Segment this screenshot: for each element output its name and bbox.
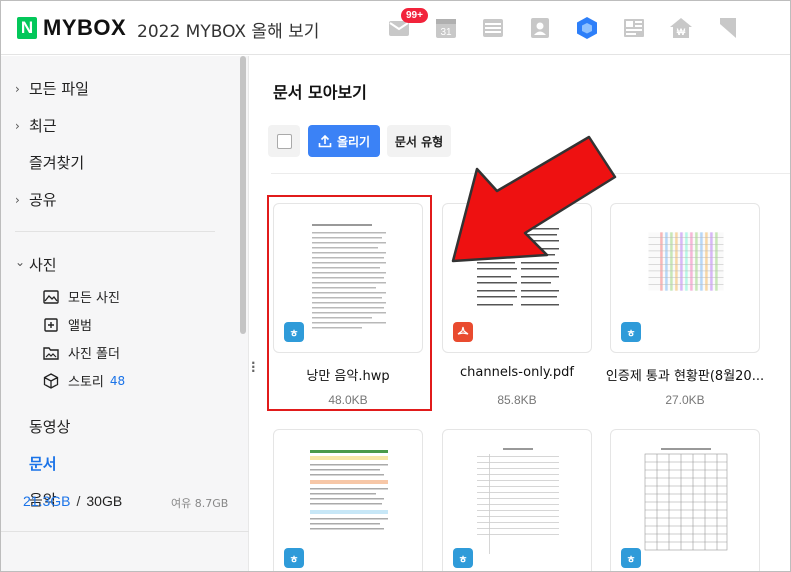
- contacts-icon[interactable]: [528, 16, 552, 40]
- sidebar-subitem-label: 앨범: [68, 319, 92, 334]
- photo-folder-icon: [43, 346, 59, 360]
- upload-label: 올리기: [336, 134, 371, 149]
- sidebar-subitem-label: 모든 사진: [68, 291, 120, 306]
- sidebar-item-videos[interactable]: 동영상: [29, 416, 70, 437]
- file-thumbnail[interactable]: ㅎ: [442, 429, 592, 571]
- chevron-right-icon[interactable]: ›: [15, 82, 20, 96]
- office-icon[interactable]: [622, 16, 646, 40]
- logo-text: MYBOX: [43, 15, 127, 40]
- chevron-right-icon[interactable]: ›: [15, 193, 20, 207]
- storage-used: 21.3GB: [23, 493, 71, 509]
- sidebar-scrollbar[interactable]: [240, 56, 246, 334]
- sidebar-item-photos[interactable]: 사진: [29, 254, 57, 275]
- hwp-file-icon: ㅎ: [621, 322, 641, 342]
- resize-handle-icon[interactable]: · · ·: [251, 357, 256, 377]
- calendar-day: 31: [440, 27, 452, 38]
- sidebar-item-shared[interactable]: 공유: [29, 189, 57, 210]
- sidebar-subitem-photo-folder[interactable]: 사진 폴더: [43, 343, 120, 362]
- sidebar-item-recent[interactable]: 최근: [29, 115, 57, 136]
- image-icon: [43, 289, 59, 304]
- memo-icon[interactable]: [481, 16, 505, 40]
- bookmark-icon[interactable]: [716, 16, 740, 40]
- sidebar-subitem-label: 스토리: [68, 375, 104, 390]
- file-name[interactable]: 인증제 통과 현황판(8월20...: [604, 365, 766, 384]
- chevron-right-icon[interactable]: ›: [15, 119, 20, 133]
- sidebar-item-favorites[interactable]: 즐겨찾기: [29, 152, 84, 173]
- mail-badge: 99+: [401, 8, 428, 23]
- sidebar-divider: [15, 231, 215, 232]
- home-pay-icon[interactable]: ₩: [669, 16, 693, 40]
- cube-icon: [43, 372, 59, 389]
- hwp-file-icon: ㅎ: [453, 548, 473, 568]
- storage-free: 여유 8.7GB: [171, 497, 229, 510]
- file-size: 27.0KB: [665, 393, 705, 407]
- select-all-checkbox[interactable]: [268, 125, 300, 157]
- upload-button[interactable]: 올리기: [308, 125, 380, 157]
- highlight-box: [267, 195, 432, 411]
- year-review-link[interactable]: 2022 MYBOX 올해 보기: [137, 17, 319, 42]
- document-preview-icon: [473, 444, 563, 564]
- page-title: 문서 모아보기: [273, 83, 367, 102]
- file-size: 85.8KB: [497, 393, 537, 407]
- calendar-icon[interactable]: 31: [434, 16, 458, 40]
- storage-total: 30GB: [86, 493, 123, 509]
- storage-divider: [1, 531, 249, 532]
- chevron-down-icon[interactable]: ⌄: [15, 255, 25, 269]
- svg-text:₩: ₩: [677, 27, 686, 37]
- sidebar-item-all-files[interactable]: 모든 파일: [29, 78, 89, 99]
- document-preview-icon: [304, 444, 394, 564]
- sidebar-subitem-story[interactable]: 스토리 48: [43, 371, 125, 390]
- sidebar-subitem-album[interactable]: 앨범: [43, 315, 92, 334]
- top-header: N MYBOX 2022 MYBOX 올해 보기 99+ 31 ₩: [1, 1, 790, 55]
- mybox-icon[interactable]: [575, 16, 599, 40]
- table-preview-icon: [641, 444, 731, 564]
- upload-icon: [318, 134, 332, 148]
- hwp-file-icon: ㅎ: [284, 548, 304, 568]
- spreadsheet-preview-icon: [617, 224, 755, 324]
- pdf-file-icon: [453, 322, 473, 342]
- story-count: 48: [109, 373, 126, 388]
- mybox-logo[interactable]: N MYBOX: [17, 15, 126, 41]
- hwp-file-icon: ㅎ: [621, 548, 641, 568]
- sidebar-subitem-label: 사진 폴더: [68, 347, 120, 362]
- red-arrow-icon: [451, 135, 617, 263]
- naver-logo-icon: N: [17, 17, 37, 39]
- app-window: N MYBOX 2022 MYBOX 올해 보기 99+ 31 ₩ › 모든 파…: [0, 0, 791, 572]
- sidebar-subitem-all-photos[interactable]: 모든 사진: [43, 287, 120, 306]
- file-name[interactable]: channels-only.pdf: [436, 365, 598, 380]
- file-thumbnail[interactable]: ㅎ: [610, 429, 760, 571]
- file-thumbnail[interactable]: ㅎ: [273, 429, 423, 571]
- storage-usage: 21.3GB/30GB: [23, 493, 123, 509]
- file-thumbnail[interactable]: ㅎ: [610, 203, 760, 353]
- sidebar-item-documents[interactable]: 문서: [29, 453, 57, 474]
- album-icon: [44, 317, 58, 332]
